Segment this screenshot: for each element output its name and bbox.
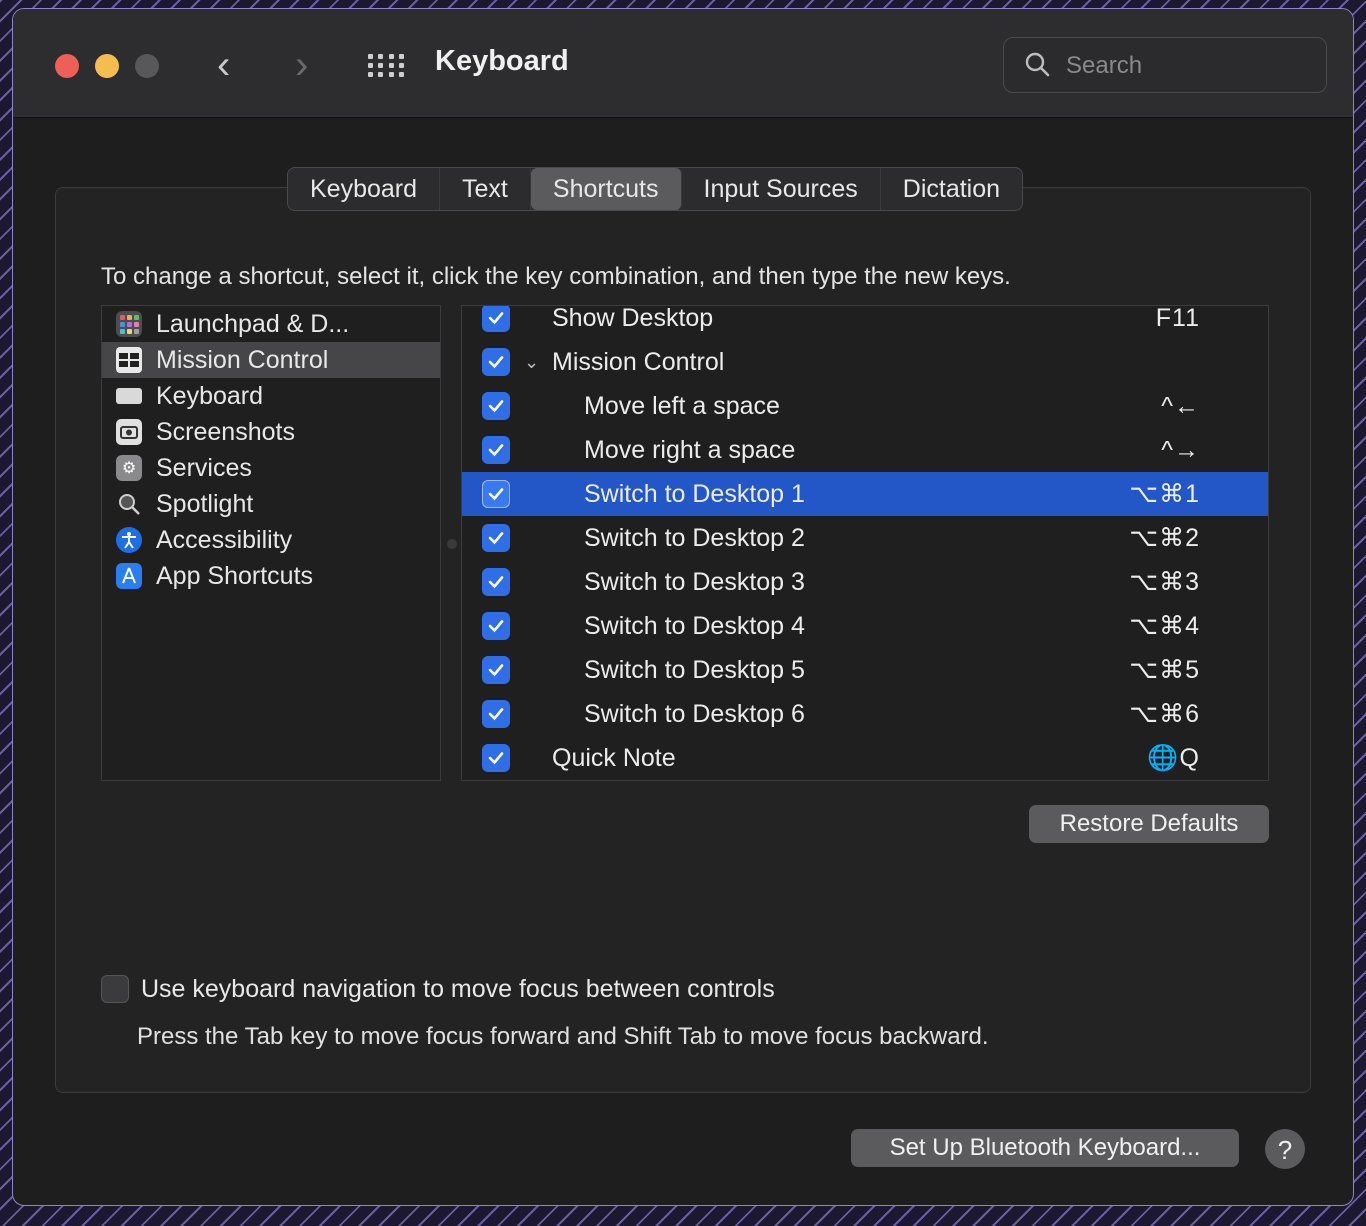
category-list: Launchpad & D... Mission Control Keyboar… <box>101 305 441 781</box>
search-icon <box>1025 52 1050 77</box>
shortcut-label: Quick Note <box>552 743 676 772</box>
shortcut-key[interactable]: ^← <box>1161 392 1200 421</box>
checkmark-icon[interactable] <box>482 568 510 596</box>
shortcut-label: Switch to Desktop 1 <box>584 479 805 508</box>
close-button[interactable] <box>55 54 79 78</box>
shortcut-key[interactable]: ^→ <box>1161 436 1200 465</box>
instruction-text: To change a shortcut, select it, click t… <box>101 263 1011 290</box>
shortcut-row-desktop-4[interactable]: Switch to Desktop 4 ⌥⌘4 <box>462 604 1268 648</box>
shortcut-key[interactable]: ⌥⌘3 <box>1129 567 1200 597</box>
accessibility-icon <box>116 527 142 553</box>
tab-text[interactable]: Text <box>440 168 531 210</box>
shortcut-list: Show Desktop F11 ⌄ Mission Control Move … <box>461 305 1269 781</box>
shortcut-row-move-right[interactable]: Move right a space ^→ <box>462 428 1268 472</box>
shortcut-label: Switch to Desktop 6 <box>584 699 805 728</box>
tab-input-sources[interactable]: Input Sources <box>682 168 881 210</box>
category-launchpad[interactable]: Launchpad & D... <box>102 306 440 342</box>
window-title: Keyboard <box>435 45 569 77</box>
shortcut-key[interactable]: ⌥⌘2 <box>1129 523 1200 553</box>
show-all-grid-icon[interactable] <box>368 54 404 78</box>
checkmark-icon[interactable] <box>482 348 510 376</box>
shortcut-label: Switch to Desktop 3 <box>584 567 805 596</box>
spotlight-magnifier-icon <box>116 491 142 517</box>
shortcut-label: Switch to Desktop 4 <box>584 611 805 640</box>
shortcut-label: Move left a space <box>584 391 780 420</box>
disclosure-chevron-icon[interactable]: ⌄ <box>524 352 539 373</box>
shortcut-row-desktop-6[interactable]: Switch to Desktop 6 ⌥⌘6 <box>462 692 1268 736</box>
category-keyboard[interactable]: Keyboard <box>102 378 440 414</box>
keyboard-navigation-label: Use keyboard navigation to move focus be… <box>141 975 775 1003</box>
category-screenshots[interactable]: Screenshots <box>102 414 440 450</box>
shortcut-key[interactable]: ⌥⌘4 <box>1129 611 1200 641</box>
category-label: Launchpad & D... <box>156 309 350 338</box>
search-input[interactable] <box>1064 46 1308 86</box>
shortcut-key[interactable]: 🌐Q <box>1147 744 1200 773</box>
shortcut-key[interactable]: ⌥⌘1 <box>1129 479 1200 509</box>
category-label: Spotlight <box>156 489 254 518</box>
shortcut-label: Switch to Desktop 5 <box>584 655 805 684</box>
category-label: Services <box>156 453 252 482</box>
back-chevron-icon[interactable]: ‹ <box>217 43 230 87</box>
keyboard-icon <box>116 388 142 404</box>
shortcut-label: Mission Control <box>552 347 725 376</box>
shortcut-row-desktop-1[interactable]: Switch to Desktop 1 ⌥⌘1 <box>462 472 1268 516</box>
shortcut-key[interactable]: ⌥⌘5 <box>1129 655 1200 685</box>
category-spotlight[interactable]: Spotlight <box>102 486 440 522</box>
services-gear-icon: ⚙ <box>116 455 142 481</box>
checkmark-icon[interactable] <box>482 744 510 772</box>
category-label: Accessibility <box>156 525 293 554</box>
checkmark-icon[interactable] <box>482 700 510 728</box>
restore-defaults-button[interactable]: Restore Defaults <box>1029 805 1269 843</box>
help-button[interactable]: ? <box>1265 1129 1305 1169</box>
shortcut-row-desktop-3[interactable]: Switch to Desktop 3 ⌥⌘3 <box>462 560 1268 604</box>
keyboard-preferences-window: ‹ › Keyboard Keyboard Text Shortcuts Inp… <box>12 8 1354 1206</box>
category-label: App Shortcuts <box>156 561 314 590</box>
shortcut-row-quick-note[interactable]: Quick Note 🌐Q <box>462 736 1268 780</box>
title-bar: ‹ › Keyboard <box>13 9 1353 118</box>
checkmark-icon[interactable] <box>482 524 510 552</box>
shortcut-row-desktop-2[interactable]: Switch to Desktop 2 ⌥⌘2 <box>462 516 1268 560</box>
checkmark-icon[interactable] <box>482 306 510 332</box>
forward-chevron-icon[interactable]: › <box>295 43 308 87</box>
checkmark-icon[interactable] <box>482 480 510 508</box>
category-accessibility[interactable]: Accessibility <box>102 522 440 558</box>
shortcut-row-move-left[interactable]: Move left a space ^← <box>462 384 1268 428</box>
tab-shortcuts[interactable]: Shortcuts <box>530 168 682 210</box>
shortcut-row-desktop-5[interactable]: Switch to Desktop 5 ⌥⌘5 <box>462 648 1268 692</box>
category-label: Screenshots <box>156 417 295 446</box>
checkmark-icon[interactable] <box>482 656 510 684</box>
mission-control-icon <box>116 347 142 373</box>
tab-bar: Keyboard Text Shortcuts Input Sources Di… <box>287 167 1024 211</box>
checkmark-icon[interactable] <box>482 392 510 420</box>
screenshots-icon <box>116 419 142 445</box>
shortcut-key[interactable]: ⌥⌘6 <box>1129 699 1200 729</box>
shortcut-label: Switch to Desktop 2 <box>584 523 805 552</box>
category-services[interactable]: ⚙ Services <box>102 450 440 486</box>
checkmark-icon[interactable] <box>482 436 510 464</box>
category-label: Keyboard <box>156 381 264 410</box>
keyboard-navigation-checkbox[interactable] <box>101 975 129 1003</box>
category-app-shortcuts[interactable]: App Shortcuts <box>102 558 440 594</box>
shortcut-label: Show Desktop <box>552 305 714 332</box>
tab-keyboard[interactable]: Keyboard <box>288 168 441 210</box>
keyboard-navigation-description: Press the Tab key to move focus forward … <box>137 1023 989 1050</box>
split-divider-handle[interactable] <box>447 539 457 549</box>
shortcut-row-show-desktop[interactable]: Show Desktop F11 <box>462 305 1268 340</box>
tab-dictation[interactable]: Dictation <box>881 168 1022 210</box>
checkmark-icon[interactable] <box>482 612 510 640</box>
shortcut-row-mission-control[interactable]: ⌄ Mission Control <box>462 340 1268 384</box>
app-shortcuts-icon <box>116 563 142 589</box>
zoom-button[interactable] <box>135 54 159 78</box>
category-label: Mission Control <box>156 345 329 374</box>
category-mission-control[interactable]: Mission Control <box>102 342 440 378</box>
launchpad-icon <box>116 311 142 337</box>
search-field[interactable] <box>1003 37 1327 93</box>
set-up-bluetooth-keyboard-button[interactable]: Set Up Bluetooth Keyboard... <box>851 1129 1239 1167</box>
shortcut-key[interactable]: F11 <box>1156 306 1200 333</box>
shortcut-label: Move right a space <box>584 435 796 464</box>
minimize-button[interactable] <box>95 54 119 78</box>
